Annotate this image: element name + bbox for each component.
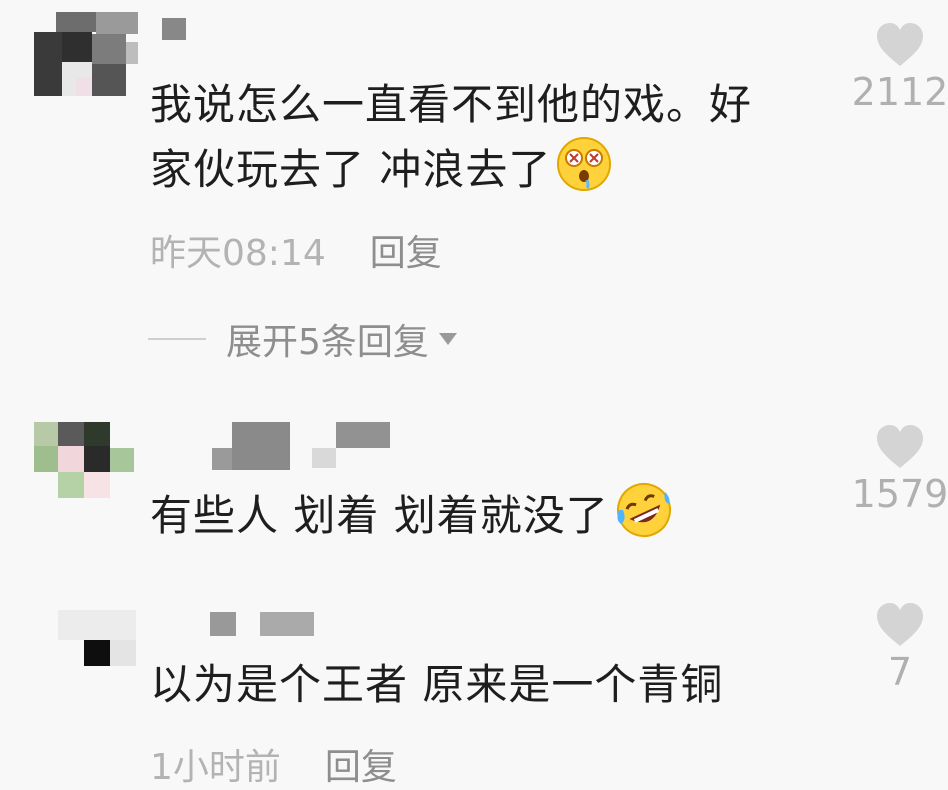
like-count: 7 — [887, 650, 913, 694]
username-blurred[interactable] — [210, 612, 314, 638]
expand-replies-label: 展开5条回复 — [226, 322, 429, 363]
heart-icon — [877, 425, 923, 468]
comment-meta: 1小时前 回复 — [150, 738, 397, 790]
comment-item: 我说怎么一直看不到他的戏。好 家伙玩去了 冲浪去了 昨天08:14 回复 展开5… — [0, 0, 948, 380]
like-count: 1579 — [851, 472, 948, 516]
username-blurred[interactable] — [212, 422, 390, 472]
username-blurred[interactable] — [162, 18, 186, 40]
like-button[interactable]: 1579 — [852, 424, 948, 516]
rofl-emoji — [613, 480, 675, 557]
comment-text-line: 家伙玩去了 冲浪去了 — [150, 136, 752, 209]
comment-time: 昨天08:14 — [150, 233, 326, 274]
comment-text: 我说怎么一直看不到他的戏。好 家伙玩去了 冲浪去了 — [150, 74, 752, 209]
comment-meta: 昨天08:14 回复 — [150, 224, 442, 276]
like-count: 2112 — [851, 70, 948, 114]
triangle-down-icon — [438, 333, 457, 345]
comment-time: 1小时前 — [150, 747, 281, 788]
avatar[interactable] — [34, 422, 134, 502]
comment-text-line: 以为是个王者 原来是一个青铜 — [150, 660, 724, 709]
heart-icon — [877, 23, 923, 66]
divider — [148, 338, 206, 340]
reply-button[interactable]: 回复 — [325, 738, 397, 790]
like-button[interactable]: 2112 — [852, 22, 948, 114]
avatar[interactable] — [58, 610, 136, 666]
dizzy-face-emoji — [555, 136, 613, 209]
avatar[interactable] — [34, 12, 138, 96]
reply-button[interactable]: 回复 — [370, 224, 442, 276]
expand-replies-button[interactable]: 展开5条回复 — [148, 313, 457, 365]
comment-text-line: 我说怎么一直看不到他的戏。好 — [150, 80, 753, 129]
comment-item: 以为是个王者 原来是一个青铜 1小时前 回复 7 — [0, 600, 948, 790]
comment-text: 有些人 划着 划着就没了 — [150, 480, 675, 557]
like-button[interactable]: 7 — [852, 602, 948, 694]
heart-icon — [877, 603, 923, 646]
comment-text-line: 有些人 划着 划着就没了 — [150, 480, 675, 557]
comment-text: 以为是个王者 原来是一个青铜 — [150, 654, 723, 716]
comment-item: 有些人 划着 划着就没了 1579 — [0, 400, 948, 580]
